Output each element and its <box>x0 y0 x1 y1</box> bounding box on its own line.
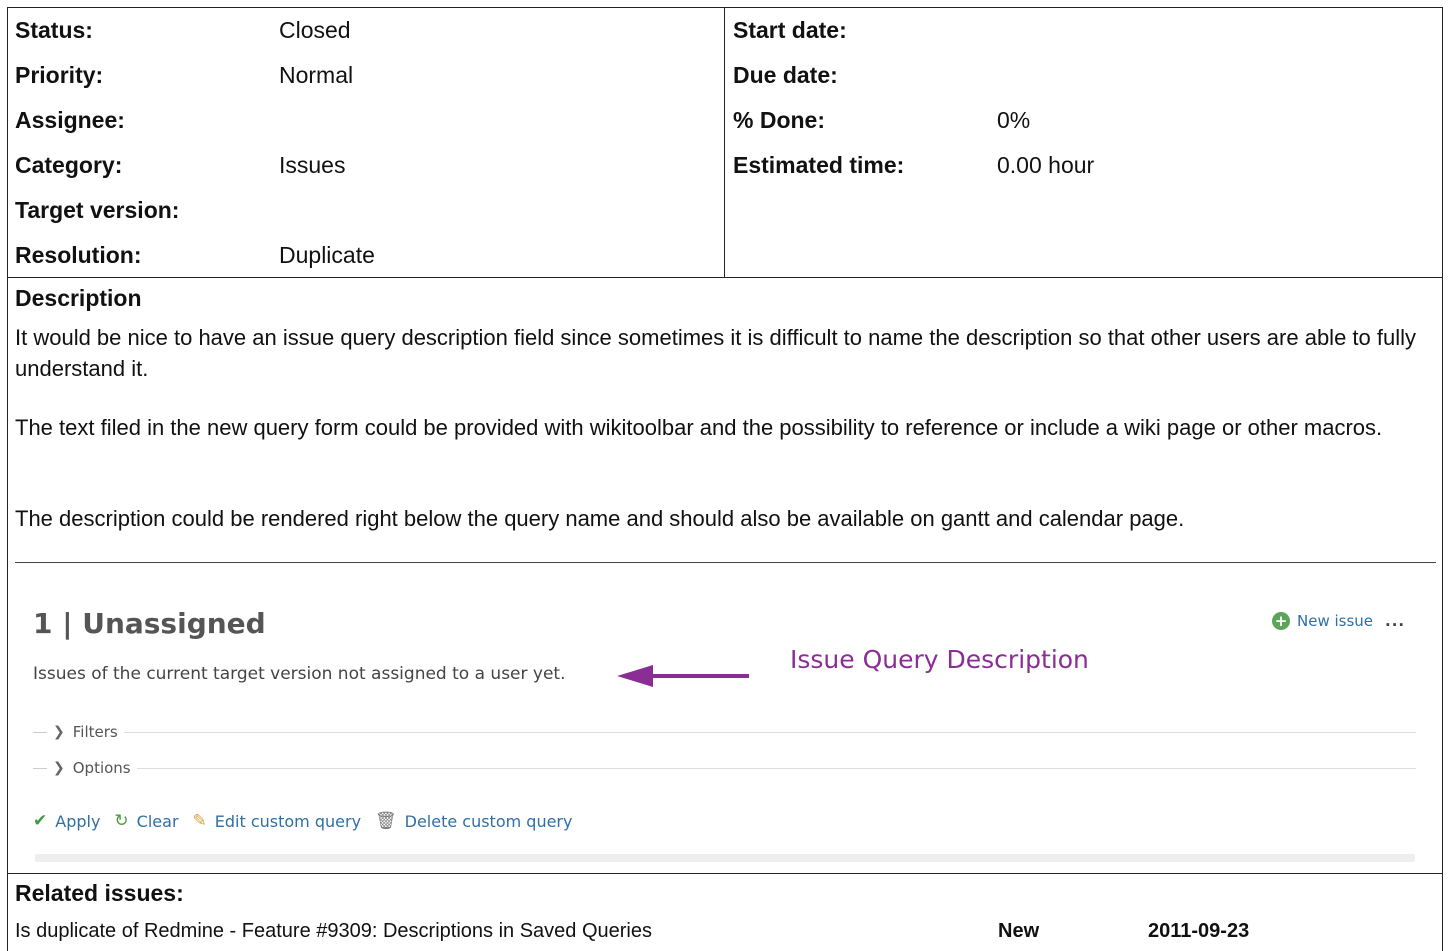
chevron-right-icon: ❯ <box>53 724 65 740</box>
new-issue-label: New issue <box>1297 612 1374 630</box>
embedded-screenshot: 1 | Unassigned Issues of the current tar… <box>15 575 1430 865</box>
chevron-right-icon: ❯ <box>53 760 65 776</box>
resolution-label: Resolution: <box>15 242 142 268</box>
delete-query-label: Delete custom query <box>404 811 573 831</box>
new-issue-link[interactable]: + New issue ... <box>1272 612 1405 630</box>
due-date-label: Due date: <box>733 62 838 88</box>
query-actions: ✔ Apply ↻ Clear ✎ Edit custom query 🗑 De… <box>33 811 586 831</box>
target-version-label: Target version: <box>15 197 180 223</box>
delete-query-button[interactable]: 🗑 Delete custom query <box>375 811 572 831</box>
priority-value: Normal <box>279 62 354 88</box>
related-issue-row: Is duplicate of Redmine - Feature #9309:… <box>15 916 1435 946</box>
status-label: Status: <box>15 17 93 43</box>
apply-button[interactable]: ✔ Apply <box>33 811 100 831</box>
reload-icon: ↻ <box>114 811 129 831</box>
estimated-time-label: Estimated time: <box>733 152 905 178</box>
estimated-time-value: 0.00 hour <box>997 152 1095 178</box>
related-issues-heading: Related issues: <box>15 880 184 906</box>
apply-label: Apply <box>55 811 101 831</box>
category-value[interactable]: Issues <box>279 151 345 179</box>
description-separator <box>15 562 1436 563</box>
arrow-left-icon <box>617 665 749 687</box>
description-paragraph-2: The text filed in the new query form cou… <box>15 415 1383 440</box>
category-label: Category: <box>15 152 123 178</box>
clear-button[interactable]: ↻ Clear <box>114 811 178 831</box>
filters-label: Filters <box>72 723 118 741</box>
related-issue-subject[interactable]: Is duplicate of Redmine - Feature #9309:… <box>15 916 652 946</box>
annotation-label: Issue Query Description <box>790 645 1089 674</box>
done-label: % Done: <box>733 107 825 133</box>
edit-query-button[interactable]: ✎ Edit custom query <box>193 811 362 831</box>
attributes-bottom-border <box>7 277 1443 278</box>
query-description: Issues of the current target version not… <box>33 664 566 684</box>
pencil-icon: ✎ <box>192 811 207 831</box>
description-paragraph-3: The description could be rendered right … <box>15 506 1185 531</box>
related-issue-status: New <box>998 920 1040 942</box>
description-bottom-border <box>7 873 1443 874</box>
query-title: 1 | Unassigned <box>33 607 266 640</box>
description-paragraph-1: It would be nice to have an issue query … <box>15 325 1416 381</box>
attributes-divider <box>724 7 725 278</box>
options-label: Options <box>72 759 131 777</box>
options-fieldset[interactable]: ❯ Options <box>33 758 1416 778</box>
checkmark-icon: ✔ <box>33 811 48 831</box>
trash-icon: 🗑 <box>375 811 397 831</box>
add-icon: + <box>1272 612 1290 630</box>
priority-label: Priority: <box>15 62 104 88</box>
edit-query-label: Edit custom query <box>214 811 362 831</box>
results-bar <box>35 854 1415 862</box>
resolution-value: Duplicate <box>279 242 375 268</box>
description-heading: Description <box>15 285 142 311</box>
clear-label: Clear <box>136 811 179 831</box>
done-value: 0% <box>997 107 1031 133</box>
related-issue-date: 2011-09-23 <box>1148 920 1250 942</box>
filters-fieldset[interactable]: ❯ Filters <box>33 722 1416 742</box>
more-icon[interactable]: ... <box>1385 612 1405 630</box>
assignee-label: Assignee: <box>15 107 125 133</box>
start-date-label: Start date: <box>733 17 847 43</box>
status-value: Closed <box>279 17 351 43</box>
